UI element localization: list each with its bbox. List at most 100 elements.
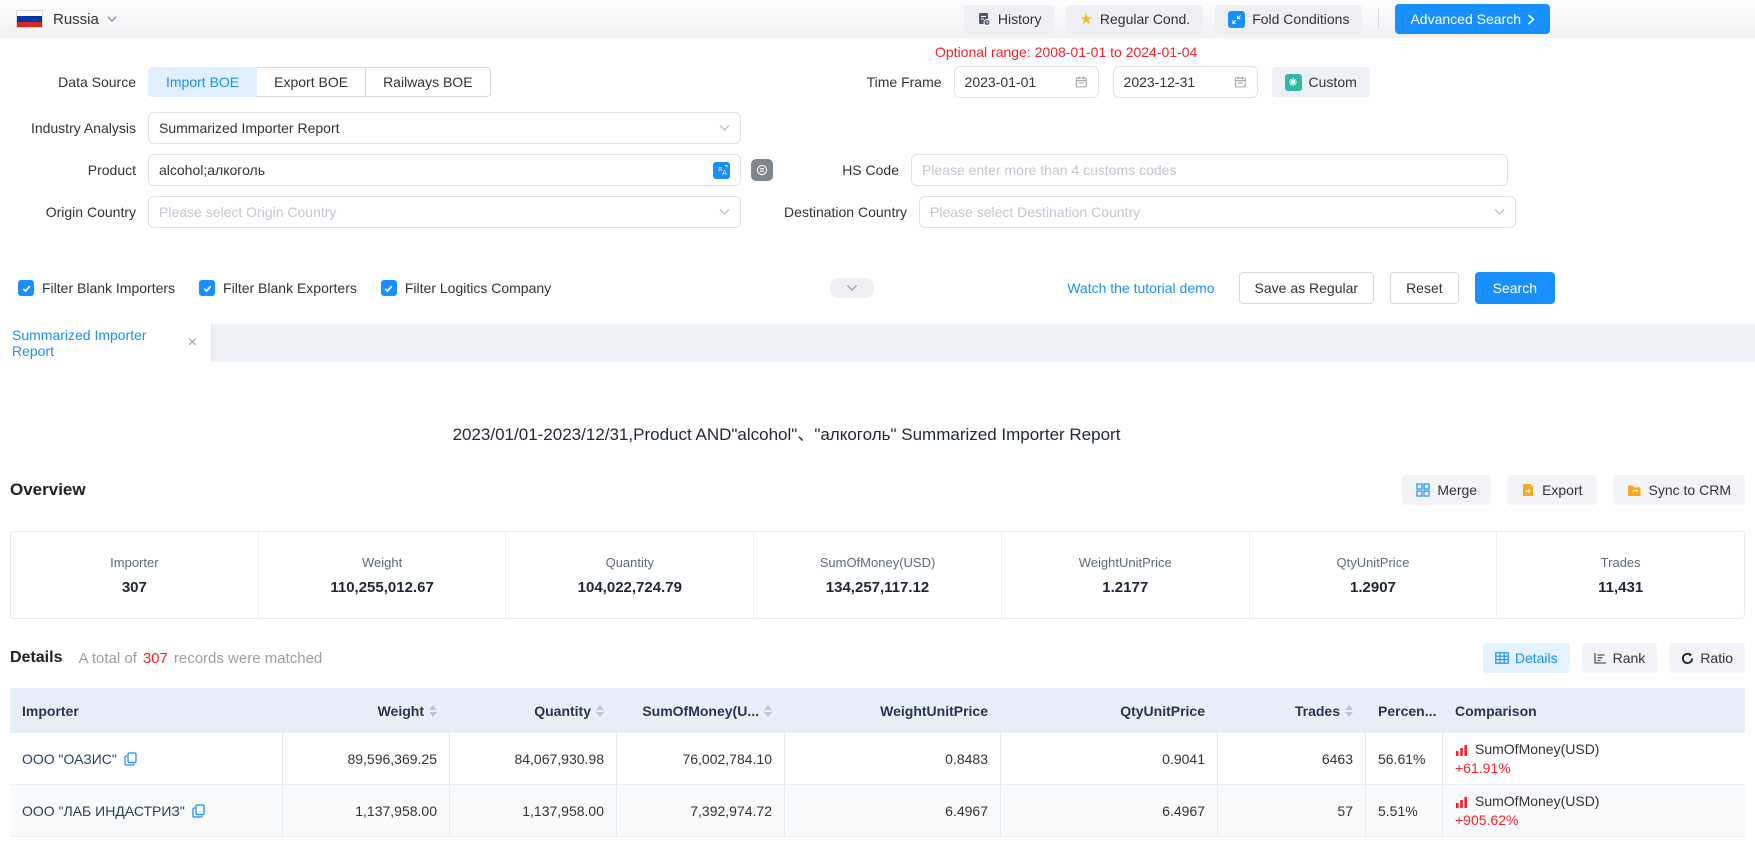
product-label: Product <box>0 162 148 178</box>
col-weight[interactable]: Weight <box>283 688 450 733</box>
country-selector-label[interactable]: Russia <box>53 11 99 28</box>
comparison-cell: SumOfMoney(USD) +905.62% <box>1443 785 1745 836</box>
ratio-icon <box>1681 652 1694 665</box>
view-details-button[interactable]: Details <box>1483 643 1570 673</box>
history-button[interactable]: History <box>964 5 1055 34</box>
sort-icon <box>429 705 437 717</box>
fuzzy-match-icon[interactable] <box>751 159 773 181</box>
origin-country-select[interactable] <box>148 196 741 228</box>
history-icon <box>977 12 991 26</box>
save-as-regular-button[interactable]: Save as Regular <box>1239 272 1375 304</box>
overview-heading: Overview <box>10 480 86 500</box>
weight-cell: 89,596,369.25 <box>283 733 450 784</box>
checkbox-checked-icon[interactable] <box>199 280 215 296</box>
trades-cell: 57 <box>1218 785 1366 836</box>
product-input[interactable] <box>159 162 713 178</box>
hs-code-input[interactable] <box>922 162 1497 178</box>
calendar-icon[interactable] <box>1234 75 1247 89</box>
collapse-form-button[interactable] <box>830 278 874 298</box>
search-button[interactable]: Search <box>1475 272 1555 304</box>
chevron-down-icon <box>1494 208 1505 216</box>
col-sum-of-money[interactable]: SumOfMoney(U... <box>617 688 785 733</box>
regular-cond-label: Regular Cond. <box>1100 11 1190 27</box>
filter-blank-importers-label: Filter Blank Importers <box>42 280 175 296</box>
filter-logitics-company-checkbox[interactable]: Filter Logitics Company <box>381 280 551 296</box>
industry-analysis-row: Industry Analysis Summarized Importer Re… <box>0 112 1755 144</box>
result-tab-title: Summarized Importer Report <box>12 327 186 359</box>
destination-country-select[interactable] <box>919 196 1516 228</box>
time-frame-label: Time Frame <box>491 74 954 90</box>
filter-blank-exporters-checkbox[interactable]: Filter Blank Exporters <box>199 280 357 296</box>
industry-analysis-select[interactable]: Summarized Importer Report <box>148 112 741 144</box>
star-icon: ★ <box>1079 12 1092 27</box>
col-trades[interactable]: Trades <box>1218 688 1366 733</box>
export-icon <box>1521 483 1535 497</box>
stat-value: 307 <box>122 579 147 596</box>
checkbox-checked-icon[interactable] <box>18 280 34 296</box>
stat-label: Weight <box>362 555 402 570</box>
overview-toolbar: Merge Export Sync to CRM <box>1402 475 1745 505</box>
details-heading: Details <box>10 649 62 667</box>
importer-name-link[interactable]: ООО "ЛАБ ИНДАСТРИЗ" <box>22 803 185 819</box>
close-icon[interactable]: × <box>186 334 199 352</box>
sum-of-money-cell: 76,002,784.10 <box>617 733 785 784</box>
custom-icon <box>1285 74 1302 91</box>
copy-icon[interactable] <box>192 804 205 818</box>
summary-prefix: A total of <box>78 650 136 667</box>
rank-icon <box>1594 652 1607 664</box>
view-rank-button[interactable]: Rank <box>1582 643 1658 673</box>
merge-icon <box>1416 483 1430 497</box>
advanced-search-button[interactable]: Advanced Search <box>1395 4 1550 34</box>
view-rank-label: Rank <box>1613 650 1646 666</box>
end-date-field[interactable] <box>1113 66 1258 98</box>
view-ratio-button[interactable]: Ratio <box>1669 643 1745 673</box>
report-title-wrap: 2023/01/01-2023/12/31,Product AND"alcoho… <box>0 420 1573 445</box>
tab-railways-boe[interactable]: Railways BOE <box>365 67 490 97</box>
stat-qty-unit-price: QtyUnitPrice 1.2907 <box>1249 532 1497 618</box>
destination-country-input[interactable] <box>930 204 1494 220</box>
product-row: Product я A HS Code <box>0 154 1755 186</box>
stat-value: 134,257,117.12 <box>826 579 929 596</box>
merge-label: Merge <box>1437 482 1477 498</box>
history-label: History <box>998 11 1042 27</box>
chevron-down-icon <box>719 124 730 132</box>
calendar-icon[interactable] <box>1075 75 1088 89</box>
view-ratio-label: Ratio <box>1700 650 1733 666</box>
comparison-metric: SumOfMoney(USD) <box>1475 793 1599 809</box>
col-importer: Importer <box>10 688 283 733</box>
stat-label: Importer <box>110 555 158 570</box>
export-button[interactable]: Export <box>1507 475 1596 505</box>
col-quantity[interactable]: Quantity <box>450 688 617 733</box>
merge-button[interactable]: Merge <box>1402 475 1491 505</box>
regular-cond-button[interactable]: ★ Regular Cond. <box>1066 5 1203 34</box>
sum-of-money-cell: 7,392,974.72 <box>617 785 785 836</box>
hs-code-label: HS Code <box>773 162 911 178</box>
crm-folder-icon <box>1627 484 1642 497</box>
filter-blank-importers-checkbox[interactable]: Filter Blank Importers <box>18 280 175 296</box>
tutorial-demo-link[interactable]: Watch the tutorial demo <box>1067 280 1214 296</box>
translate-icon[interactable]: я A <box>713 162 730 179</box>
reset-button[interactable]: Reset <box>1390 272 1459 304</box>
importer-name-link[interactable]: ООО "ОАЗИС" <box>22 751 117 767</box>
fold-conditions-button[interactable]: Fold Conditions <box>1215 5 1362 34</box>
sync-to-crm-button[interactable]: Sync to CRM <box>1613 475 1745 505</box>
sort-icon <box>596 705 604 717</box>
tab-export-boe[interactable]: Export BOE <box>256 67 366 97</box>
product-field[interactable]: я A <box>148 154 741 186</box>
fold-conditions-label: Fold Conditions <box>1252 11 1349 27</box>
hs-code-field[interactable] <box>911 154 1508 186</box>
copy-icon[interactable] <box>124 752 137 766</box>
trend-chart-icon <box>1455 795 1469 808</box>
table-row: ООО "ОАЗИС" 89,596,369.25 84,067,930.98 … <box>10 733 1745 785</box>
country-row: Origin Country Destination Country <box>0 196 1755 228</box>
checkbox-checked-icon[interactable] <box>381 280 397 296</box>
tab-summarized-importer-report[interactable]: Summarized Importer Report × <box>0 324 212 362</box>
stat-value: 11,431 <box>1598 579 1643 596</box>
start-date-field[interactable] <box>954 66 1099 98</box>
end-date-input[interactable] <box>1124 74 1234 90</box>
origin-country-input[interactable] <box>159 204 719 220</box>
start-date-input[interactable] <box>965 74 1075 90</box>
custom-range-button[interactable]: Custom <box>1272 67 1370 97</box>
chevron-down-icon[interactable] <box>107 14 117 24</box>
tab-import-boe[interactable]: Import BOE <box>148 67 257 97</box>
